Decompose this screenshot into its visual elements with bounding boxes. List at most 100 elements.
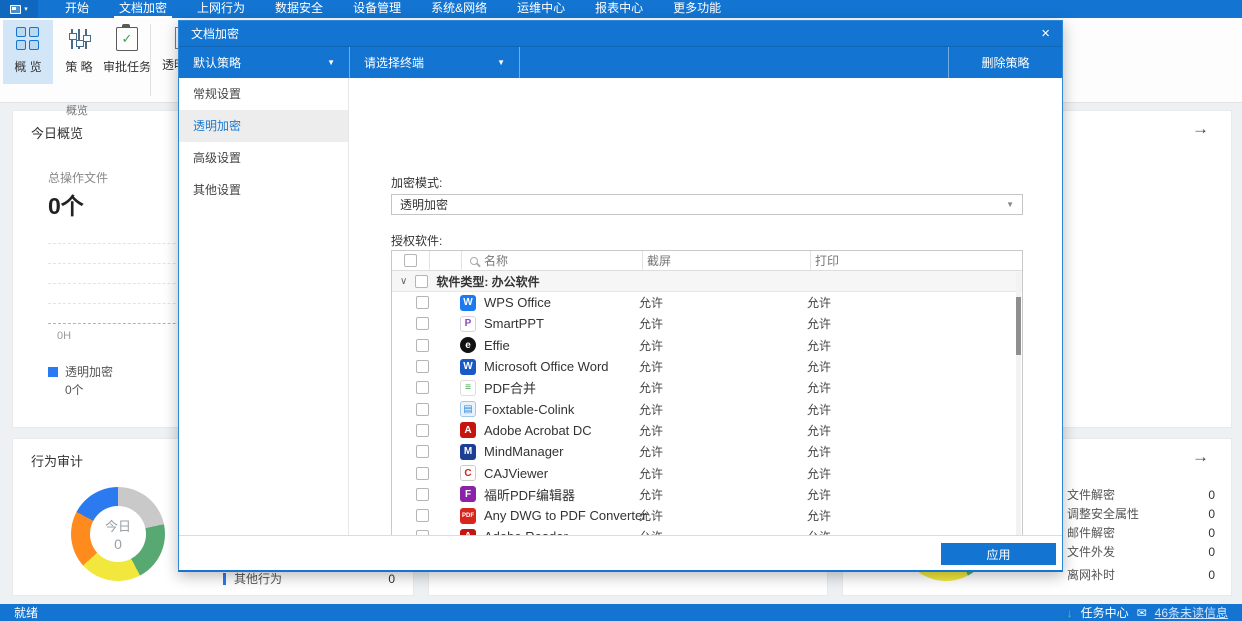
chevron-down-icon: ▼ [1006,200,1014,209]
stat-value: 0 [1208,525,1215,540]
print-permission: 允许 [807,487,832,502]
menu-tab-data-security[interactable]: 数据安全 [260,0,338,18]
chart-legend: 透明加密 [48,363,113,380]
legend-label: 透明加密 [65,365,114,379]
table-row[interactable]: PDF Any DWG to PDF Converter 允许 允许 [392,505,1022,526]
status-ready-label: 就绪 [14,606,39,620]
arrow-right-icon[interactable]: → [1192,119,1209,139]
screenshot-permission: 允许 [639,296,664,311]
arrow-right-icon[interactable]: → [1192,447,1209,467]
legend-swatch [48,367,58,377]
apply-button[interactable]: 应用 [941,543,1056,565]
table-row[interactable]: W WPS Office 允许 允许 [392,292,1022,313]
nav-item-other[interactable]: 其他设置 [179,174,348,206]
wps-office-icon: W [460,294,476,311]
encryption-mode-select[interactable]: 透明加密 ▼ [391,194,1023,215]
row-checkbox[interactable] [416,487,429,501]
table-row[interactable]: ≡ PDF合并 允许 允许 [392,377,1022,398]
x-axis-label: 0H [57,330,72,342]
chevron-down-icon: ▾ [24,5,28,13]
menu-tab-web-behavior[interactable]: 上网行为 [182,0,260,18]
app-name: WPS Office [484,295,551,311]
row-checkbox[interactable] [416,360,429,374]
row-checkbox[interactable] [416,402,429,416]
menu-tab-report-center[interactable]: 报表中心 [580,0,658,18]
task-center-link[interactable]: 任务中心 [1081,604,1129,621]
stat-label: 邮件解密 [1067,526,1116,540]
print-column-header[interactable]: 打印 [811,251,1022,270]
table-row[interactable]: ▤ Foxtable-Colink 允许 允许 [392,398,1022,419]
ribbon-item-policy[interactable]: 策 略 [57,20,101,84]
row-checkbox[interactable] [416,509,429,523]
row-checkbox[interactable] [416,381,429,395]
nav-item-transparent-encryption[interactable]: 透明加密 [179,110,348,142]
terminal-dropdown[interactable]: 请选择终端 ▼ [350,47,519,78]
stats-row: 文件解密 0 [1067,485,1215,504]
row-checkbox[interactable] [416,445,429,459]
table-scrollbar[interactable] [1016,272,1021,551]
row-checkbox[interactable] [416,296,429,310]
policy-dropdown[interactable]: 默认策略 ▼ [179,47,349,78]
print-permission: 允许 [807,338,832,353]
menu-tab-doc-encrypt[interactable]: 文档加密 [104,0,182,18]
menu-tab-system-network[interactable]: 系统&网络 [416,0,502,18]
ribbon-item-approval[interactable]: ✓ 审批任务 [103,20,151,84]
adobe-acrobat-icon: A [460,422,476,439]
app-menu-button[interactable]: ▾ [0,0,38,18]
table-row[interactable]: A Adobe Acrobat DC 允许 允许 [392,420,1022,441]
stat-label: 文件解密 [1067,488,1116,502]
dialog-content: 加密模式: 透明加密 ▼ 授权软件: 名称 截屏 打印 ∨ 软件类型: 办公软件… [349,78,1062,553]
table-row[interactable]: M MindManager 允许 允许 [392,441,1022,462]
row-checkbox[interactable] [416,317,429,331]
screenshot-column-header[interactable]: 截屏 [643,251,811,270]
stat-label: 总操作文件 [48,171,109,185]
menu-tab-device-mgmt[interactable]: 设备管理 [338,0,416,18]
screenshot-permission: 允许 [639,509,664,524]
unread-messages-link[interactable]: 46条未读信息 [1155,604,1228,621]
menu-tab-ops-center[interactable]: 运维中心 [502,0,580,18]
table-row[interactable]: e Effie 允许 允许 [392,335,1022,356]
foxtable-colink-icon: ▤ [460,401,476,418]
table-row[interactable]: C CAJViewer 允许 允许 [392,462,1022,483]
chevron-down-icon: ▼ [497,58,505,67]
clipboard-check-icon: ✓ [116,24,138,51]
row-checkbox[interactable] [416,423,429,437]
screenshot-permission: 允许 [639,466,664,481]
close-icon[interactable]: × [1041,26,1050,41]
policy-dropdown-value: 默认策略 [193,56,242,70]
delete-policy-button[interactable]: 删除策略 [949,47,1062,78]
table-row[interactable]: P SmartPPT 允许 允许 [392,313,1022,334]
menu-tab-more[interactable]: 更多功能 [658,0,736,18]
software-group-row[interactable]: ∨ 软件类型: 办公软件 [392,271,1022,292]
scrollbar-thumb[interactable] [1016,297,1021,355]
name-column-header[interactable]: 名称 [462,251,643,270]
table-row[interactable]: F 福昕PDF编辑器 允许 允许 [392,484,1022,505]
row-checkbox[interactable] [416,466,429,480]
app-name: Any DWG to PDF Converter [484,508,647,524]
print-permission: 允许 [807,445,832,460]
icon-column-header [430,251,462,270]
row-checkbox[interactable] [416,338,429,352]
ribbon-item-overview[interactable]: 概 览 [3,20,53,84]
card-title: 今日概览 [31,126,84,141]
nav-item-advanced[interactable]: 高级设置 [179,142,348,174]
select-all-checkbox[interactable] [404,254,417,267]
screenshot-permission: 允许 [639,317,664,332]
menu-bar: ▾ 开始 文档加密 上网行为 数据安全 设备管理 系统&网络 运维中心 报表中心… [0,0,1242,18]
menu-tab-start[interactable]: 开始 [50,0,104,18]
collapse-icon[interactable]: ∨ [400,276,407,287]
print-permission: 允许 [807,296,832,311]
donut-center: 今日 0 [90,506,146,562]
table-header: 名称 截屏 打印 [392,251,1022,271]
stats-row: 文件外发 0 [1067,542,1215,561]
nav-item-general[interactable]: 常规设置 [179,78,348,110]
status-bar: 就绪 ↓ 任务中心 ✉ 46条未读信息 [0,604,1242,621]
table-row[interactable]: W Microsoft Office Word 允许 允许 [392,356,1022,377]
print-permission: 允许 [807,509,832,524]
any-dwg-to-pdf-icon: PDF [460,507,476,524]
group-checkbox[interactable] [415,274,429,288]
stats-row: 邮件解密 0 [1067,523,1215,542]
ms-word-icon: W [460,358,476,375]
app-name: Adobe Acrobat DC [484,422,592,438]
